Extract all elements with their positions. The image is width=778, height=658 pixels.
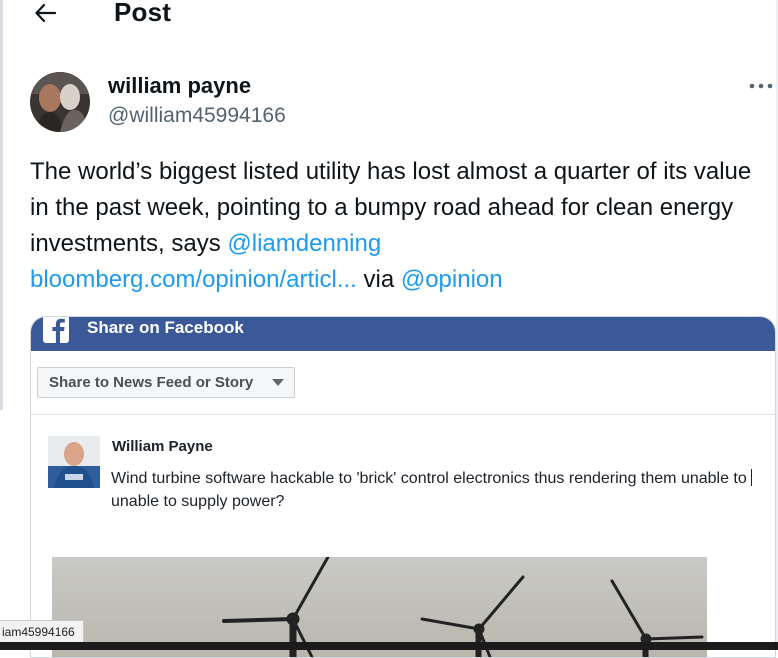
facebook-share-bar: Share on Facebook <box>31 317 775 351</box>
facebook-logo-icon <box>43 317 69 343</box>
avatar[interactable] <box>30 72 90 132</box>
arrow-left-icon[interactable] <box>34 0 58 26</box>
author-handle[interactable]: @william45994166 <box>108 104 286 128</box>
facebook-user-name: William Payne <box>112 438 213 455</box>
share-destination-select[interactable]: Share to News Feed or Story <box>37 367 295 398</box>
via-text: via <box>356 266 401 293</box>
mention-liamdenning-link[interactable]: @liamdenning <box>227 230 381 257</box>
facebook-share-title: Share on Facebook <box>87 318 244 337</box>
divider <box>31 414 775 415</box>
post-text-part2: unable to supply power? <box>111 493 285 510</box>
mention-opinion-link[interactable]: @opinion <box>401 266 503 293</box>
article-link[interactable]: bloomberg.com/opinion/articl... <box>30 266 357 293</box>
caret-down-icon <box>272 379 284 386</box>
facebook-user-avatar <box>48 436 100 488</box>
share-destination-label: Share to News Feed or Story <box>49 374 254 391</box>
text-cursor <box>751 469 753 486</box>
post-header: Post <box>0 0 778 30</box>
post-text-part1: Wind turbine software hackable to 'brick… <box>111 470 752 487</box>
author-name[interactable]: william payne <box>108 73 251 99</box>
taskbar-strip <box>0 642 778 650</box>
left-border <box>0 0 3 410</box>
tweet-body: The world’s biggest listed utility has l… <box>30 158 752 257</box>
more-horizontal-icon[interactable] <box>748 76 774 96</box>
tweet-text: The world’s biggest listed utility has l… <box>30 154 775 298</box>
facebook-post-text: Wind turbine software hackable to 'brick… <box>111 467 771 513</box>
media-card[interactable]: Share on Facebook Share to News Feed or … <box>30 316 776 658</box>
page-title: Post <box>114 0 172 27</box>
link-status-bar: iam45994166 <box>0 620 84 644</box>
